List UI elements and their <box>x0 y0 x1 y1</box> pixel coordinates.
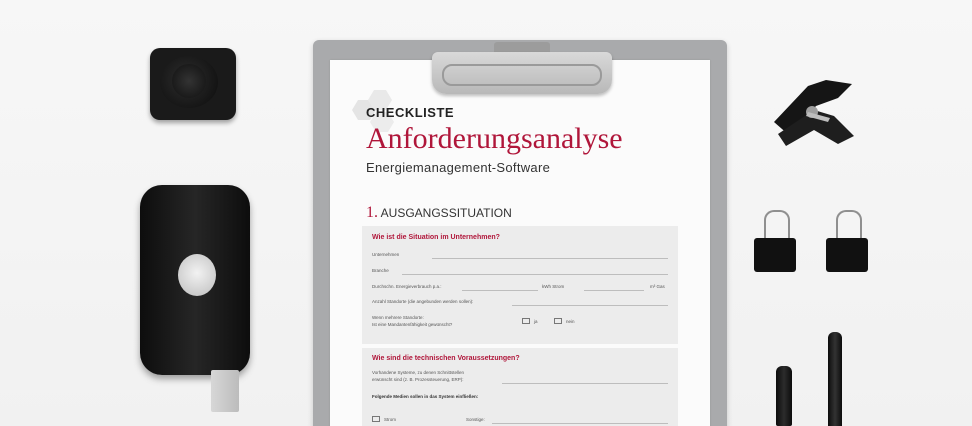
field-label-multitenancy: Ist eine Mandantenfähigkeit gewünscht? <box>372 322 453 327</box>
checkbox-no[interactable] <box>554 318 562 324</box>
usb-pen <box>776 366 792 426</box>
ink-stamp-ring <box>172 64 206 98</box>
field-line <box>512 305 668 306</box>
field-label-multiple-sites: Wenn mehrere Standorte: <box>372 315 424 320</box>
question-heading: Wie ist die Situation im Unternehmen? <box>372 234 500 241</box>
media-other-label: Sonstige: <box>466 417 485 422</box>
question-block-2: Wie sind die technischen Voraussetzungen… <box>362 348 678 426</box>
desk-scene: CHECKLISTE Anforderungsanalyse Energiema… <box>0 0 972 426</box>
field-line <box>492 423 668 424</box>
field-line <box>432 258 668 259</box>
field-label-systems: Vorhandene Systeme, zu denen Schnittstel… <box>372 370 465 375</box>
option-no-label: nein <box>566 319 575 324</box>
binder-clip-left <box>754 238 796 272</box>
document-title: Anforderungsanalyse <box>366 122 623 155</box>
field-label-systems-2: erwünscht sind (z. B. Prozessteuerung, E… <box>372 377 464 382</box>
pen <box>828 332 842 426</box>
unit-gas: m³ Gas <box>650 284 665 289</box>
section-number: 1. <box>366 204 378 221</box>
binder-clip-right <box>826 238 868 272</box>
field-line <box>502 383 668 384</box>
question-heading: Wie sind die technischen Voraussetzungen… <box>372 355 520 362</box>
stapler-button <box>178 254 216 296</box>
field-line <box>462 290 538 291</box>
field-line <box>402 274 668 275</box>
section-title: AUSGANGSSITUATION <box>380 206 512 220</box>
section-heading: 1. AUSGANGSSITUATION <box>366 204 512 222</box>
checklist-label: CHECKLISTE <box>366 105 455 120</box>
checkbox-yes[interactable] <box>522 318 530 324</box>
stapler-tab <box>211 370 239 412</box>
media-prompt: Folgende Medien sollen in das System ein… <box>372 394 479 399</box>
question-block-1: Wie ist die Situation im Unternehmen? Un… <box>362 226 678 344</box>
staple-remover <box>774 80 854 146</box>
field-label-company: Unternehmen <box>372 252 400 257</box>
field-label-consumption: Durchschn. Energieverbrauch p.a.: <box>372 284 442 289</box>
checkbox-strom[interactable] <box>372 416 380 422</box>
unit-strom: kWh Strom <box>542 284 565 289</box>
document-subtitle: Energiemanagement-Software <box>366 160 551 175</box>
field-line <box>584 290 644 291</box>
clipboard-clip <box>432 42 612 98</box>
field-label-industry: Branche <box>372 268 389 273</box>
field-label-sites: Anzahl Standorte (die angebunden werden … <box>372 299 474 304</box>
option-yes-label: ja <box>534 319 538 324</box>
media-strom-label: Strom <box>384 417 397 422</box>
